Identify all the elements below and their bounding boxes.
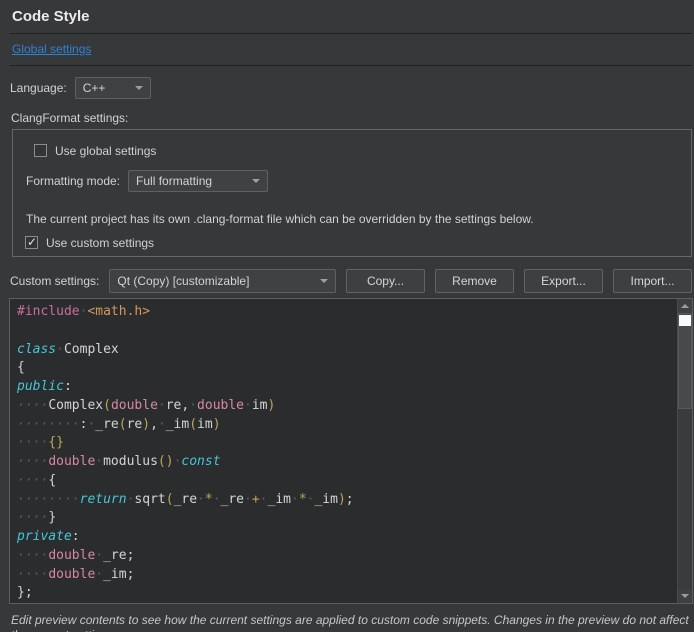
arrow-up-icon xyxy=(681,304,689,308)
code-preview-editor[interactable]: #include·<math.h> class·Complex{public:·… xyxy=(9,298,693,604)
code-line xyxy=(17,322,672,341)
clang-format-message: The current project has its own .clang-f… xyxy=(24,212,679,226)
code-content[interactable]: #include·<math.h> class·Complex{public:·… xyxy=(10,299,692,603)
import-button[interactable]: Import... xyxy=(613,269,692,293)
formatting-mode-select[interactable]: Full formatting xyxy=(128,170,268,192)
code-line: ····{} xyxy=(17,434,672,453)
code-line: ········return·sqrt(_re·*·_re·+·_im·*·_i… xyxy=(17,491,672,510)
copy-button[interactable]: Copy... xyxy=(346,269,425,293)
scrollbar-position-marker xyxy=(679,315,691,326)
language-label: Language: xyxy=(10,81,67,95)
use-custom-settings-checkbox[interactable] xyxy=(25,236,38,249)
code-line: ····{ xyxy=(17,472,672,491)
code-line: ····double·_im; xyxy=(17,566,672,585)
formatting-mode-label: Formatting mode: xyxy=(26,174,120,188)
arrow-down-icon xyxy=(681,594,689,598)
code-line: public: xyxy=(17,378,672,397)
custom-settings-select[interactable]: Qt (Copy) [customizable] xyxy=(109,269,336,293)
custom-settings-label: Custom settings: xyxy=(10,274,99,288)
code-line: private: xyxy=(17,528,672,547)
use-global-settings-row: Use global settings xyxy=(34,143,679,158)
code-line: class·Complex xyxy=(17,341,672,360)
custom-settings-row: Custom settings: Qt (Copy) [customizable… xyxy=(10,269,692,293)
language-select[interactable]: C++ xyxy=(75,77,151,99)
chevron-down-icon xyxy=(320,279,328,283)
code-line: #include·<math.h> xyxy=(17,303,672,322)
code-style-settings-page: Code Style Global settings Language: C++… xyxy=(0,0,694,632)
remove-button[interactable]: Remove xyxy=(435,269,514,293)
global-settings-link[interactable]: Global settings xyxy=(12,42,91,56)
scroll-up-button[interactable] xyxy=(678,299,692,313)
footer-note: Edit preview contents to see how the cur… xyxy=(10,613,692,632)
use-global-settings-checkbox[interactable] xyxy=(34,144,47,157)
editor-vertical-scrollbar[interactable] xyxy=(677,299,692,603)
use-custom-settings-row: Use custom settings xyxy=(25,235,679,250)
formatting-mode-row: Formatting mode: Full formatting xyxy=(26,170,679,192)
language-select-value: C++ xyxy=(83,81,106,95)
code-line: ····Complex(double·re,·double·im) xyxy=(17,397,672,416)
export-button[interactable]: Export... xyxy=(524,269,603,293)
language-row: Language: C++ xyxy=(10,77,692,99)
clangformat-group-box: Use global settings Formatting mode: Ful… xyxy=(12,129,692,257)
use-global-settings-label[interactable]: Use global settings xyxy=(55,144,156,158)
global-settings-link-row: Global settings xyxy=(10,34,692,66)
page-title: Code Style xyxy=(10,6,692,34)
scrollbar-thumb[interactable] xyxy=(678,313,692,409)
code-line: ········:·_re(re),·_im(im) xyxy=(17,416,672,435)
chevron-down-icon xyxy=(135,86,143,90)
custom-settings-select-value: Qt (Copy) [customizable] xyxy=(117,274,249,288)
chevron-down-icon xyxy=(252,179,260,183)
clangformat-group-label: ClangFormat settings: xyxy=(10,111,692,125)
formatting-mode-select-value: Full formatting xyxy=(136,174,212,188)
use-custom-settings-label[interactable]: Use custom settings xyxy=(46,236,154,250)
code-line: ····double·modulus()·const xyxy=(17,453,672,472)
code-line: ····double·_re; xyxy=(17,547,672,566)
code-line: }; xyxy=(17,584,672,603)
code-line: ····} xyxy=(17,509,672,528)
code-line: { xyxy=(17,359,672,378)
scroll-down-button[interactable] xyxy=(678,589,692,603)
